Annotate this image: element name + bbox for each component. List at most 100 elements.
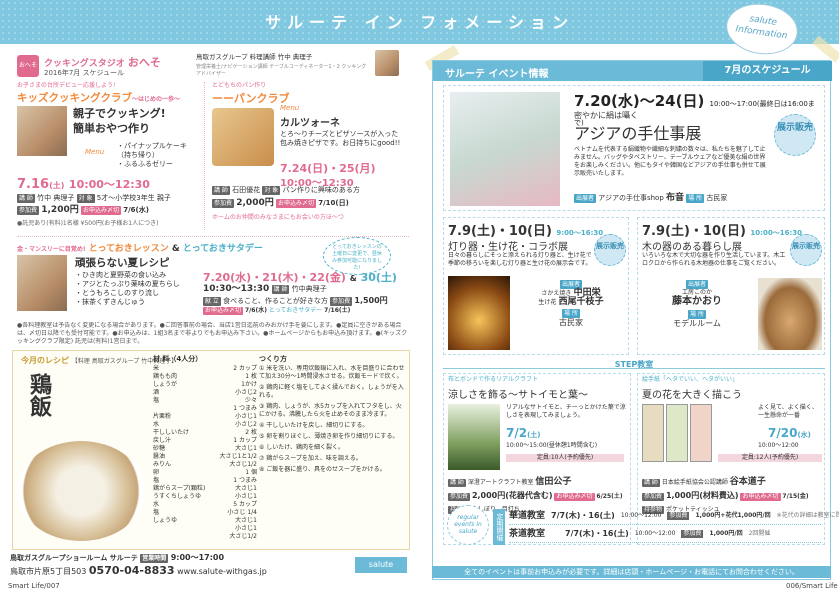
- lesson-item: ・ひき肉と夏野菜の食い込み: [75, 271, 166, 279]
- teacher-photo: [375, 50, 399, 76]
- ev1-date: 7.20(水)〜24(日): [574, 92, 705, 110]
- teacher-label: 講 師: [271, 285, 290, 294]
- recipe-step: ④ 干ししいたけを戻し、細切りにする。: [259, 422, 369, 429]
- ev2-exhibitor-1-role: さかえ焼き: [541, 290, 572, 297]
- ingredient-name: 酒: [153, 389, 160, 396]
- ingredient-row: しょうが 1かけ: [153, 381, 257, 389]
- ingredient-row: 水 小さじ2: [153, 421, 257, 429]
- ev2-exhibitor-2: 西尾千枝子: [558, 297, 604, 307]
- hours-label: 営業時間: [140, 554, 169, 563]
- kids-tag: お子さまの台所デビュー応援しよう!: [17, 82, 116, 89]
- event-footer-note: 全てのイベントは事前お申込みが必要です。詳細は店頭・ホームページ・お電話にてお問…: [432, 566, 831, 578]
- bread-teacher: 石田優花: [232, 186, 261, 194]
- ingredient-row: 塩 少々: [153, 397, 257, 405]
- event-asia-craft: 7.20(水)〜24(日) 10:00〜17:00(最終日は16:00まで) 密…: [443, 85, 825, 211]
- bread-deadline: 7/10(日): [318, 199, 349, 207]
- page: サルーテ イン フォメーション salute Information おへそ ク…: [0, 0, 839, 595]
- ingredient-name: 鶏もも肉: [153, 373, 178, 380]
- lesson-menu-row: 献 立 食べること、作ることが好きな方 参加費 1,500円: [203, 296, 388, 306]
- target-label: 対 象: [262, 186, 281, 195]
- ingredient-row: 醤油 大さじ1と1/2: [153, 453, 257, 461]
- ev2-title: 灯り器・生け花・コラボ展: [448, 242, 568, 253]
- ingredient-amount: 1 つまみ: [233, 405, 257, 412]
- kids-time: 10:00〜12:30: [68, 178, 150, 191]
- kids-heading-2: 簡単おやつ作り: [73, 122, 150, 135]
- shop-name: 鳥取ガスグループショールーム サルーテ: [10, 554, 138, 562]
- st1-title: 涼しさを飾る〜サトイモと葉〜: [448, 390, 588, 401]
- ev1-exhibitor-name: 布音: [666, 193, 685, 203]
- lesson-teacher: 竹中典理子: [291, 285, 327, 293]
- st2-tag: 絵手紙「へタでいい、ヘタがいい」: [642, 376, 739, 383]
- cooking-notes: ●各料理教室は予告なく変更になる場合があります。●ご回答事前の場合、当店1営日迄…: [17, 322, 408, 345]
- profile-name: 鳥取ガスグループ 料理講師 竹中 典理子: [196, 53, 313, 61]
- st1-deadline: 6/25(土): [596, 493, 623, 500]
- ingredient-amount: 2 カップ: [233, 365, 257, 372]
- ev3-date-row: 7.9(土)・10(日) 10:00〜16:30: [642, 220, 802, 239]
- st1-teacher-row: 講 師 深澄アートクラフト教室 信田公子: [448, 478, 571, 487]
- ingredient-name: しょうゆ: [153, 517, 178, 524]
- profile-text: 鳥取ガスグループ 料理講師 竹中 典理子 管理栄養士/ナビゲーション講師 テーブル…: [196, 53, 371, 78]
- fee-label: 参加費: [642, 493, 665, 501]
- recipe-tag: 今月のレシピ: [21, 356, 69, 365]
- kids-date: 7.16: [17, 177, 50, 192]
- regular-event-name: 茶道教室: [509, 528, 546, 539]
- teacher-label: 講 師: [448, 479, 466, 487]
- exhibitor-label: 出展者: [685, 280, 708, 289]
- ev3-date: 7.9(土)・10(日): [642, 224, 746, 239]
- regular-event-row: 華道教室 7/7(木)・16(土) 10:00〜12:00 参加費 1,000円+花代1…: [509, 507, 839, 525]
- ingredient-amount: 1 つまみ: [233, 477, 257, 484]
- ingredient-row: 塩 1 つまみ: [153, 477, 257, 485]
- ev3-place: モデルルーム: [673, 319, 721, 328]
- kids-menu-list: ・パイナップルケーキ （持ち帰り） ・ふるふるゼリー: [117, 142, 187, 169]
- regular-event-time: 10:00〜12:00: [620, 511, 662, 519]
- etegami-card-2: [666, 404, 688, 462]
- regular-events-badge: regular events in salute: [447, 505, 489, 545]
- lesson-fee: 1,500円: [354, 296, 388, 305]
- wooden-bowl-photo: [758, 278, 822, 350]
- schedule-sub: 2016年7月 スケジュール: [44, 69, 125, 77]
- st2-teacher: 谷本道子: [729, 477, 766, 487]
- lesson-deadline: 7/6(水): [244, 307, 267, 314]
- lotus-photo: [450, 92, 560, 206]
- regular-event-note: 2回開催: [748, 529, 771, 537]
- st2-title: 夏の花を大きく描こう: [642, 390, 742, 401]
- recipe-step: ⑧ ご飯を器に盛り、具をのせスープをかける。: [259, 466, 386, 473]
- shop-footer: 鳥取ガスグループショールーム サルーテ 営業時間 9:00〜17:00 鳥取市片…: [10, 553, 410, 577]
- bread-tag: とどもちのパン作り: [212, 82, 267, 89]
- st1-time: 10:00〜15:00(昼休憩1時間含む): [506, 442, 598, 449]
- ev2-badge: 展示販売: [594, 234, 626, 266]
- st2-fee-row: 参加費 1,000円(材料費込) お申込み〆切 7/15(金): [642, 492, 809, 501]
- kids-menu-item: ・パイナップルケーキ: [117, 142, 187, 150]
- exhibitor-label: 出展者: [574, 194, 597, 203]
- ev1-badge: 展示販売: [774, 114, 816, 156]
- deadline-label: お申込み〆切: [554, 493, 595, 501]
- kids-target: 5才〜小学校3年生 親子: [96, 194, 171, 202]
- ingredient-name: 鶏がらスープ(顆粒): [153, 485, 206, 492]
- shop-tel[interactable]: 0570-04-8833: [89, 564, 175, 577]
- st2-teacher-org: 日本絵手紙協会公認講師: [661, 479, 728, 486]
- teacher-label: 講 師: [212, 186, 230, 195]
- lesson-time: 10:30〜13:30: [203, 284, 270, 294]
- teacher-label: 講 師: [17, 194, 35, 203]
- step-heading: STEP教室: [443, 359, 825, 369]
- event-lamp-ikebana: 7.9(土)・10(日) 9:00〜16:30 灯り器・生け花・コラボ展 展示販…: [443, 217, 629, 355]
- bread-fee: 2,000円: [236, 198, 274, 208]
- fee-label: 参加費: [448, 493, 471, 501]
- lesson-amp: &: [171, 244, 180, 254]
- ev3-time: 10:00〜16:30: [750, 229, 802, 237]
- ingredient-amount: 大さじ1: [235, 445, 257, 452]
- ingredient-amount: 1 枚: [245, 373, 257, 380]
- kids-fee-row: 参加費 1,200円 お申込み〆切 7/6(水): [17, 206, 149, 215]
- ingredient-amount: 5 カップ: [233, 501, 257, 508]
- ingredient-amount: 小さじ2: [235, 421, 257, 428]
- ingredient-name: 水: [153, 421, 160, 428]
- ingredient-name: 片栗粉: [153, 413, 172, 420]
- ingredient-name: 醤油: [153, 453, 166, 460]
- shop-web[interactable]: www.salute-withgas.jp: [177, 567, 267, 576]
- ingredient-amount: 小さじ2: [235, 389, 257, 396]
- ingredient-amount: 小さじ 1/4: [227, 509, 257, 516]
- regular-event-note: ※花代の詳細は教室に問い合わせください: [776, 511, 839, 519]
- ingredient-amount: 大さじ1/2: [229, 533, 257, 540]
- fee-label: 参加費: [212, 199, 235, 208]
- ev1-desc: ベトナムを代表する絹織物や繊細な刺繍の数々は、私たちを魅了して止みません。バッグ…: [574, 146, 766, 177]
